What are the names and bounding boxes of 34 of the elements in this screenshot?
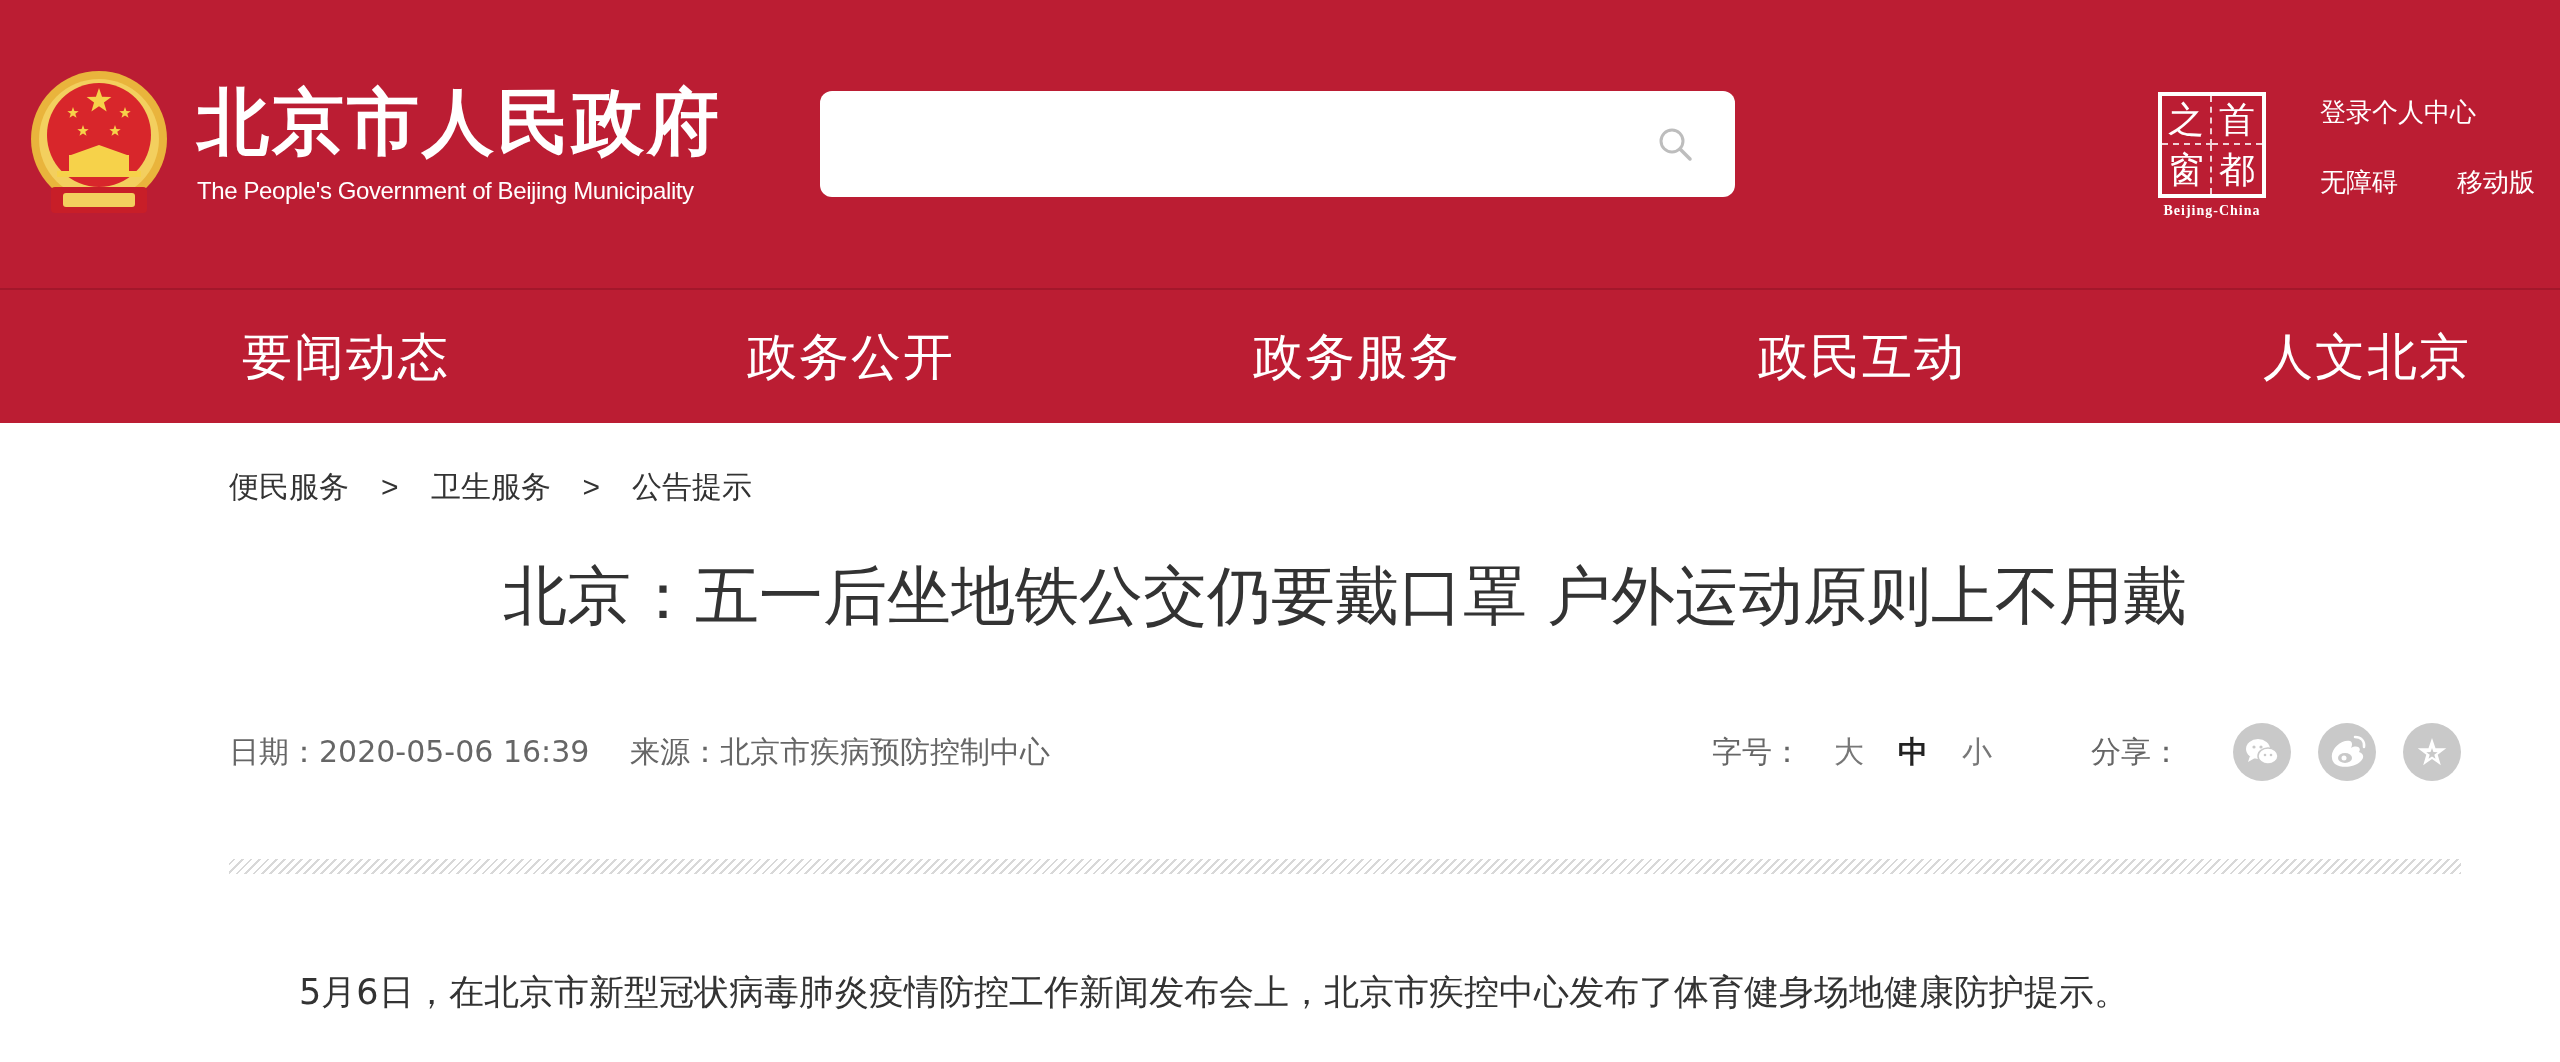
- logo-character: 之: [2162, 96, 2212, 145]
- logo-character: 都: [2218, 147, 2256, 192]
- nav-item[interactable]: 政务公开: [747, 324, 956, 389]
- site-subtitle: The People's Government of Beijing Municipality: [197, 176, 695, 206]
- swirl-eye-icon[interactable]: [2318, 723, 2376, 781]
- nav-item[interactable]: 政民互动: [1757, 324, 1966, 389]
- nav-item[interactable]: 人文北京: [2263, 324, 2471, 389]
- site-title: 北京市人民政府: [197, 82, 723, 162]
- font-size-label: 字号：: [1712, 733, 1802, 771]
- article-title: 北京：五一后坐地铁公交仍要戴口罩 户外运动原则上不用戴: [501, 558, 2189, 635]
- font-size-option[interactable]: 中: [1898, 732, 1928, 772]
- breadcrumb-link[interactable]: 便民服务: [229, 467, 349, 507]
- breadcrumb-link[interactable]: 卫生服务: [430, 467, 551, 507]
- portal-logo[interactable]: 之 首 窗 都: [2158, 92, 2266, 198]
- nav-item[interactable]: 要闻动态: [242, 324, 450, 389]
- search-icon[interactable]: [1657, 126, 1693, 162]
- publish-date: 日期：2020-05-06 16:39: [229, 733, 590, 771]
- breadcrumb-separator: >: [582, 469, 601, 505]
- breadcrumb-separator: >: [381, 469, 399, 505]
- share-label: 分享：: [2091, 733, 2181, 771]
- font-size-option[interactable]: 大: [1834, 732, 1864, 772]
- article-source: 来源：北京市疾病预防控制中心: [630, 733, 1051, 771]
- breadcrumb-link[interactable]: 公告提示: [632, 467, 753, 507]
- nav-item[interactable]: 政务服务: [1252, 324, 1461, 389]
- header-link[interactable]: 无障碍: [2320, 165, 2398, 199]
- logo-character: 窗: [2162, 145, 2212, 194]
- login-link[interactable]: 登录个人中心: [2320, 95, 2535, 129]
- search-field[interactable]: [820, 91, 1735, 197]
- header-link[interactable]: 移动版: [2457, 165, 2535, 199]
- logo-character: 首: [2212, 96, 2262, 145]
- article-paragraph: 5月6日，在北京市新型冠状病毒肺炎疫情防控工作新闻发布会上，北京市疾控中心发布了体育健身场地健康防护提示。: [298, 971, 2130, 1014]
- font-size-option[interactable]: 小: [1962, 732, 1992, 772]
- logo-caption: Beijing-China: [2163, 202, 2261, 220]
- chat-bubbles-icon[interactable]: [2233, 723, 2291, 781]
